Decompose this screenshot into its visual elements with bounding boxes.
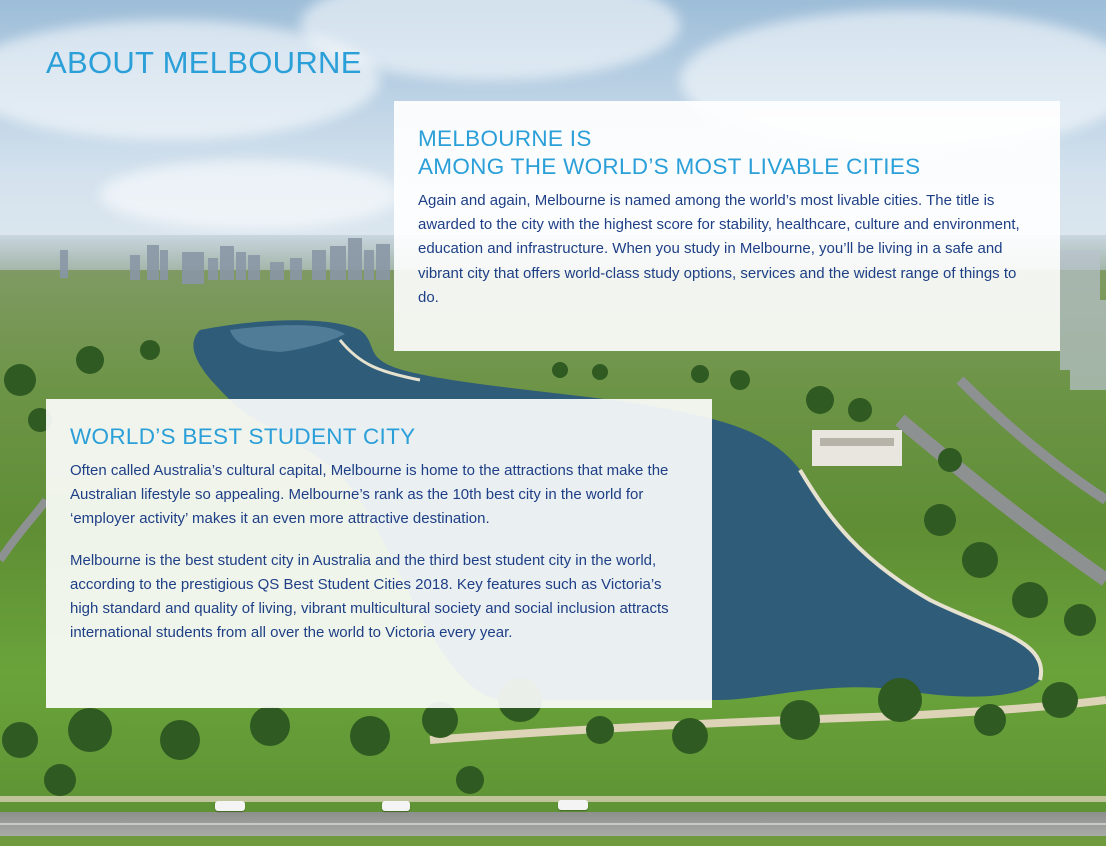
page-title: ABOUT MELBOURNE (46, 45, 362, 80)
student-city-paragraph-2: Melbourne is the best student city in Au… (70, 551, 669, 642)
livable-heading-line-1: MELBOURNE IS (418, 126, 592, 151)
car (382, 801, 410, 811)
grass-verge (0, 836, 1106, 846)
student-city-panel: WORLD’S BEST STUDENT CITY Often called A… (46, 399, 712, 708)
livable-heading-line-2: AMONG THE WORLD’S MOST LIVABLE CITIES (418, 154, 921, 179)
student-city-paragraph-1: Often called Australia’s cultural capita… (70, 462, 669, 528)
car (215, 801, 245, 811)
road-marking (0, 823, 1106, 825)
student-city-heading: WORLD’S BEST STUDENT CITY (70, 424, 416, 449)
livable-cities-panel: MELBOURNE IS AMONG THE WORLD’S MOST LIVA… (394, 101, 1060, 351)
footpath (0, 796, 1106, 802)
car (558, 800, 588, 810)
livable-cities-heading: MELBOURNE IS AMONG THE WORLD’S MOST LIVA… (418, 125, 1038, 181)
livable-cities-body: Again and again, Melbourne is named amon… (418, 192, 1020, 306)
